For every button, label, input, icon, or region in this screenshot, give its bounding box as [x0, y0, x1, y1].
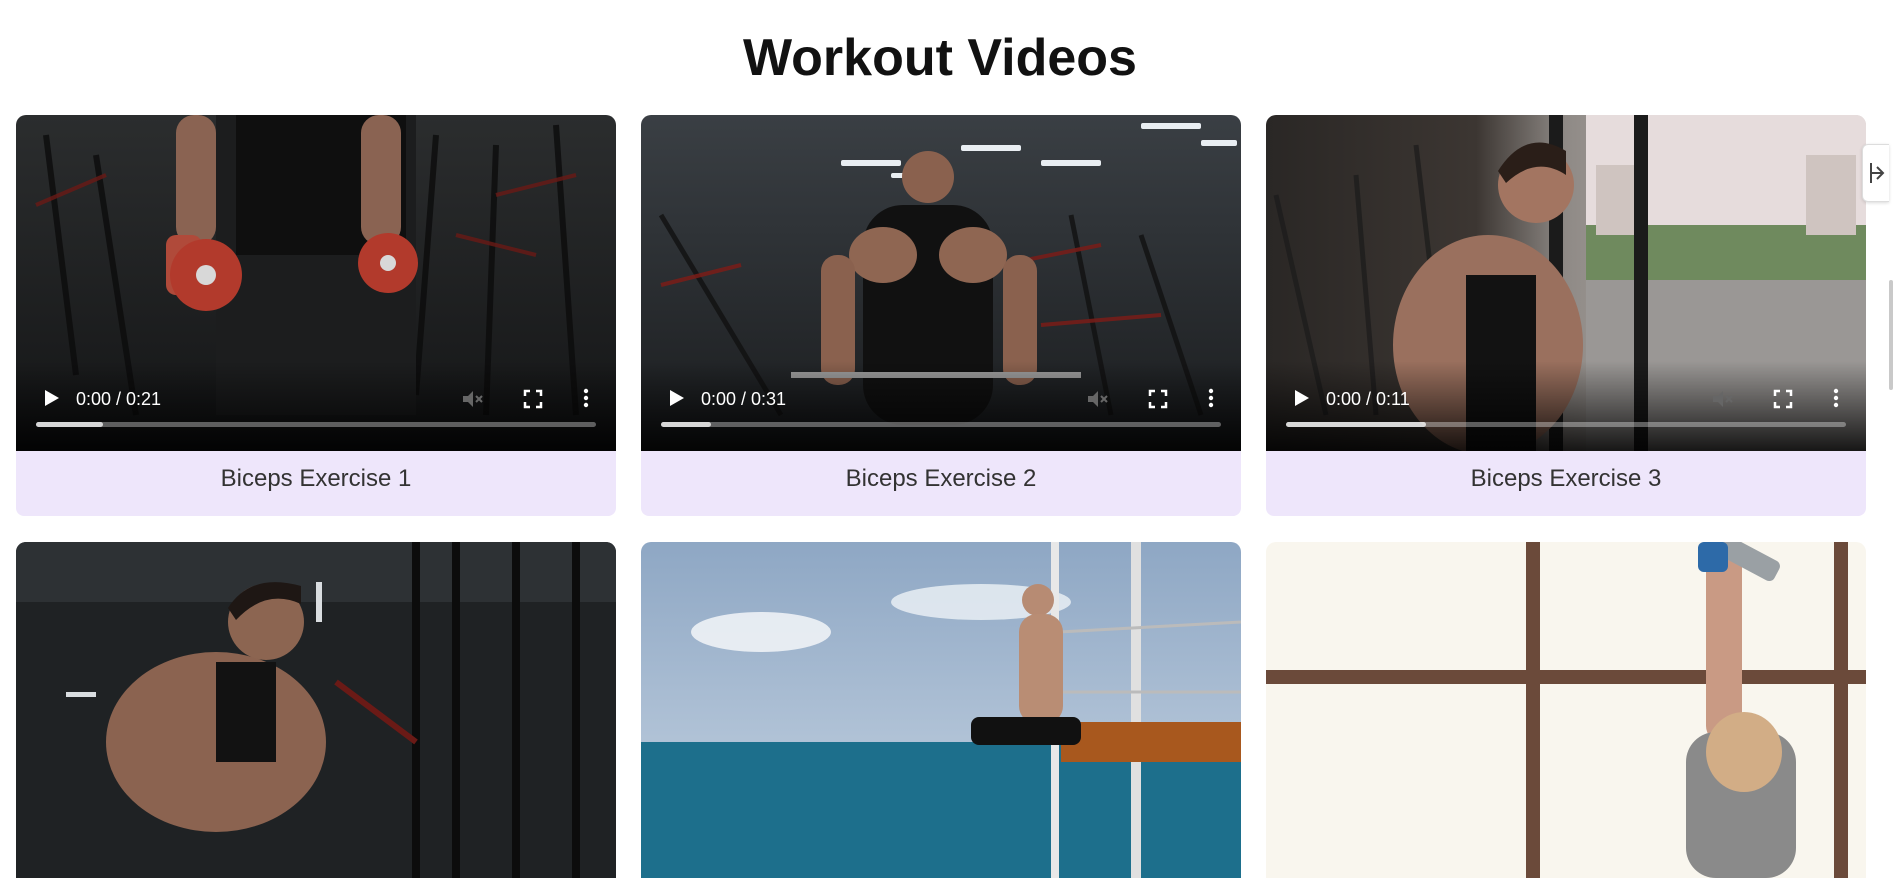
fullscreen-icon: [523, 389, 543, 409]
video-controls-2: 0:00 / 0:31: [641, 361, 1241, 451]
video-player-5[interactable]: [641, 542, 1241, 878]
video-thumbnail-5: [641, 542, 1241, 878]
progress-bar[interactable]: [36, 422, 596, 427]
play-button[interactable]: [665, 387, 687, 409]
more-vertical-icon: [1833, 388, 1839, 408]
time-display: 0:00 / 0:31: [701, 389, 787, 409]
video-card-1: 0:00 / 0:21 Biceps Exercise 1: [16, 115, 616, 516]
collapse-panel-icon: [1870, 163, 1885, 183]
progress-buffered: [1286, 422, 1426, 427]
video-card-5: [641, 542, 1241, 878]
more-options-button[interactable]: [1824, 386, 1848, 410]
video-caption: Biceps Exercise 3: [1266, 451, 1866, 516]
time-display: 0:00 / 0:11: [1326, 389, 1410, 409]
volume-muted-icon: [463, 391, 483, 407]
video-player-2[interactable]: 0:00 / 0:31: [641, 115, 1241, 451]
video-card-4: [16, 542, 616, 878]
more-vertical-icon: [583, 388, 589, 408]
video-player-3[interactable]: 0:00 / 0:11: [1266, 115, 1866, 451]
fullscreen-button[interactable]: [522, 388, 544, 410]
volume-muted-icon: [1713, 391, 1733, 407]
fullscreen-button[interactable]: [1147, 388, 1169, 410]
progress-buffered: [661, 422, 712, 427]
progress-bar[interactable]: [661, 422, 1221, 427]
video-thumbnail-4: [16, 542, 616, 878]
progress-bar[interactable]: [1286, 422, 1846, 427]
progress-buffered: [36, 422, 104, 427]
video-card-3: 0:00 / 0:11 Biceps Exercise 3: [1266, 115, 1866, 516]
time-display: 0:00 / 0:21: [76, 389, 162, 409]
mute-button[interactable]: [1710, 387, 1734, 411]
fullscreen-icon: [1773, 389, 1793, 409]
play-button[interactable]: [40, 387, 62, 409]
more-options-button[interactable]: [574, 386, 598, 410]
video-thumbnail-6: [1266, 542, 1866, 878]
play-icon: [45, 390, 59, 406]
video-player-6[interactable]: [1266, 542, 1866, 878]
video-caption: Biceps Exercise 1: [16, 451, 616, 516]
video-controls-3: 0:00 / 0:11: [1266, 361, 1866, 451]
more-vertical-icon: [1208, 388, 1214, 408]
mute-button[interactable]: [460, 387, 484, 411]
video-player-4[interactable]: [16, 542, 616, 878]
mute-button[interactable]: [1085, 387, 1109, 411]
video-player-1[interactable]: 0:00 / 0:21: [16, 115, 616, 451]
video-card-6: [1266, 542, 1866, 878]
play-button[interactable]: [1290, 387, 1312, 409]
video-card-2: 0:00 / 0:31 Biceps Exercise 2: [641, 115, 1241, 516]
page-title: Workout Videos: [743, 29, 1137, 87]
side-panel-toggle[interactable]: [1862, 144, 1889, 202]
volume-muted-icon: [1088, 391, 1108, 407]
play-icon: [1295, 390, 1309, 406]
video-caption: Biceps Exercise 2: [641, 451, 1241, 516]
play-icon: [670, 390, 684, 406]
video-controls-1: 0:00 / 0:21: [16, 361, 616, 451]
scrollbar-thumb[interactable]: [1889, 280, 1893, 390]
fullscreen-icon: [1148, 389, 1168, 409]
more-options-button[interactable]: [1199, 386, 1223, 410]
fullscreen-button[interactable]: [1772, 388, 1794, 410]
